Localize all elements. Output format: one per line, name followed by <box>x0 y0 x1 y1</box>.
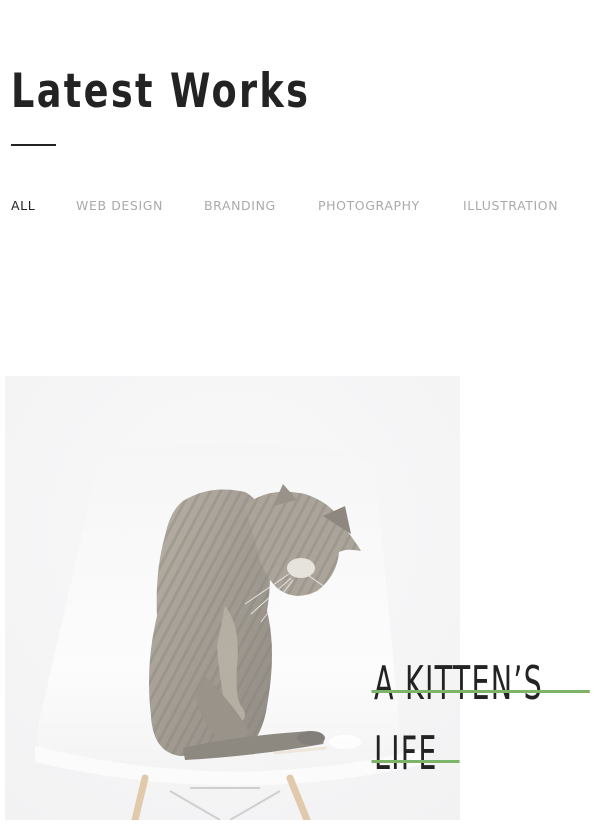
filter-photography[interactable]: PHOTOGRAPHY <box>318 198 420 214</box>
title-line-2-text: LIFE <box>374 726 438 780</box>
portfolio-item-title[interactable]: A KITTEN’S LIFE <box>371 648 594 788</box>
filter-web-design[interactable]: WEB DESIGN <box>76 198 163 214</box>
section-title: Latest Works <box>11 64 311 119</box>
title-line-2: LIFE <box>371 718 460 788</box>
title-line-1-text: A KITTEN’S <box>374 656 543 710</box>
title-line-1: A KITTEN’S <box>371 648 590 718</box>
title-underline <box>11 144 56 146</box>
title-strike-line-2 <box>371 760 460 763</box>
filter-all[interactable]: ALL <box>11 198 35 214</box>
filter-illustration[interactable]: ILLUSTRATION <box>463 198 558 214</box>
filter-branding[interactable]: BRANDING <box>204 198 276 214</box>
title-strike-line-1 <box>371 690 590 693</box>
